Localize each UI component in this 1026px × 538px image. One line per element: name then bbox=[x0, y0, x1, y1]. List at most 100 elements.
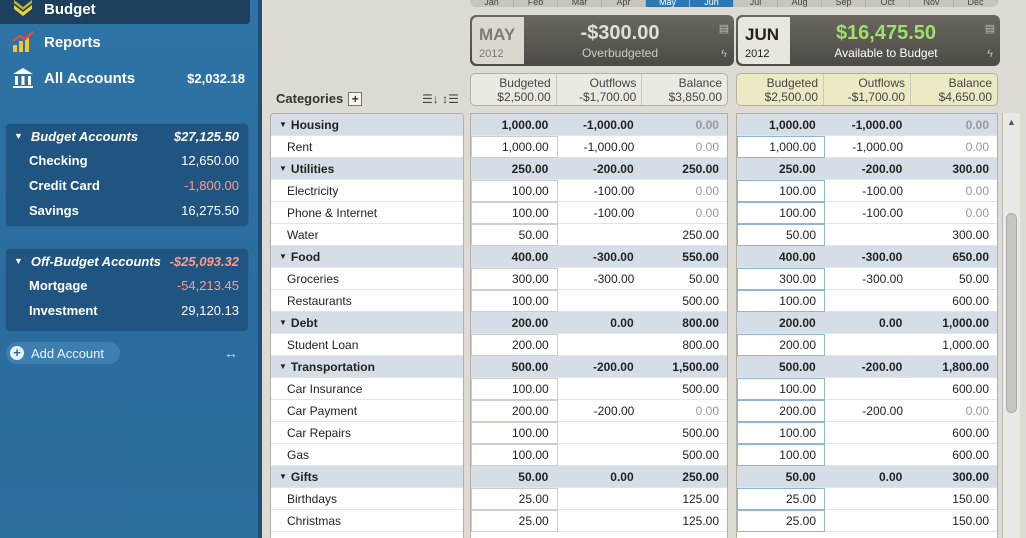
resize-arrows-icon[interactable]: ↔ bbox=[224, 345, 238, 361]
budget-accounts-header[interactable]: ▼ Budget Accounts $27,125.50 bbox=[6, 124, 248, 148]
balance-cell: 150.00 bbox=[952, 491, 989, 506]
category-row[interactable]: Groceries bbox=[271, 268, 463, 290]
budgeted-cell[interactable]: 100.00 bbox=[737, 289, 825, 312]
off-budget-accounts-header[interactable]: ▼ Off-Budget Accounts -$25,093.32 bbox=[6, 249, 248, 273]
collapse-triangle-icon[interactable]: ▼ bbox=[14, 131, 23, 141]
category-row[interactable]: Car Insurance bbox=[271, 378, 463, 400]
quick-budget-icon[interactable]: ϟ bbox=[987, 48, 993, 60]
budgeted-cell[interactable]: 100.00 bbox=[471, 289, 558, 312]
month-tab-jan[interactable]: Jan bbox=[470, 0, 514, 7]
balance-cell: 300.00 bbox=[952, 227, 989, 242]
budgeted-cell[interactable]: 200.00 bbox=[471, 333, 558, 356]
category-row[interactable]: Student Loan bbox=[271, 334, 463, 356]
nav-reports[interactable]: Reports bbox=[10, 27, 245, 57]
month-tab-jun[interactable]: Jun bbox=[690, 0, 734, 7]
master-category-row[interactable]: ▼ Food bbox=[271, 246, 463, 268]
collapse-triangle-icon[interactable]: ▼ bbox=[279, 362, 287, 371]
vertical-scrollbar[interactable]: ▲ bbox=[1002, 113, 1020, 538]
budgeted-cell[interactable]: 200.00 bbox=[737, 333, 825, 356]
master-category-row[interactable]: ▼ Housing bbox=[271, 114, 463, 136]
month-tab-dec[interactable]: Dec bbox=[954, 0, 998, 7]
add-account-button[interactable]: + Add Account bbox=[6, 342, 120, 364]
budgeted-cell[interactable]: 200.00 bbox=[737, 399, 825, 422]
budget-row-may: 50.00 250.00 bbox=[471, 223, 727, 246]
budgeted-cell[interactable]: 100.00 bbox=[471, 421, 558, 444]
category-row[interactable]: Electricity bbox=[271, 180, 463, 202]
category-name: Electricity bbox=[287, 183, 339, 198]
collapse-triangle-icon[interactable]: ▼ bbox=[279, 252, 287, 261]
outflows-cell: -200.00 bbox=[593, 403, 635, 418]
budget-row-jun: 100.00 600.00 bbox=[737, 377, 997, 400]
nav-all-accounts[interactable]: All Accounts $2,032.18 bbox=[10, 63, 245, 93]
budgeted-cell[interactable]: 100.00 bbox=[737, 421, 825, 444]
master-category-row[interactable]: ▼ Gifts bbox=[271, 466, 463, 488]
budgeted-cell[interactable]: 1,000.00 bbox=[471, 135, 558, 158]
budgeted-cell[interactable]: 100.00 bbox=[471, 377, 558, 400]
category-row[interactable]: Phone & Internet bbox=[271, 202, 463, 224]
category-row[interactable]: Christmas bbox=[271, 510, 463, 532]
budgeted-cell[interactable]: 300.00 bbox=[737, 267, 825, 290]
budgeted-cell[interactable]: 50.00 bbox=[471, 223, 558, 246]
budgeted-cell[interactable]: 100.00 bbox=[471, 201, 558, 224]
category-row[interactable]: Restaurants bbox=[271, 290, 463, 312]
month-tab-sep[interactable]: Sep bbox=[822, 0, 866, 7]
budgeted-cell[interactable]: 200.00 bbox=[471, 399, 558, 422]
account-row[interactable]: Mortgage -54,213.45 bbox=[6, 273, 248, 298]
add-category-button[interactable]: + bbox=[348, 91, 363, 106]
scrollbar-thumb[interactable] bbox=[1006, 213, 1017, 413]
budgeted-cell[interactable]: 1,000.00 bbox=[737, 135, 825, 158]
account-row[interactable]: Investment 29,120.13 bbox=[6, 298, 248, 323]
month-tab-aug[interactable]: Aug bbox=[778, 0, 822, 7]
category-row[interactable]: Rent bbox=[271, 136, 463, 158]
month-tab-mar[interactable]: Mar bbox=[558, 0, 602, 7]
scroll-up-icon[interactable]: ▲ bbox=[1003, 117, 1020, 127]
budgeted-cell[interactable]: 100.00 bbox=[471, 179, 558, 202]
master-category-row[interactable]: ▼ Debt bbox=[271, 312, 463, 334]
notes-icon[interactable]: ▤ bbox=[985, 22, 995, 35]
month-tab-nov[interactable]: Nov bbox=[910, 0, 954, 7]
budgeted-cell[interactable]: 50.00 bbox=[737, 223, 825, 246]
budgeted-cell[interactable]: 25.00 bbox=[471, 509, 558, 532]
budgeted-cell[interactable]: 100.00 bbox=[737, 443, 825, 466]
category-row[interactable]: Gas bbox=[271, 444, 463, 466]
category-row[interactable]: Car Payment bbox=[271, 400, 463, 422]
outflows-cell: -100.00 bbox=[593, 205, 635, 220]
account-row[interactable]: Savings 16,275.50 bbox=[6, 198, 248, 223]
budgeted-cell[interactable]: 25.00 bbox=[737, 487, 825, 510]
budgeted-cell[interactable]: 300.00 bbox=[471, 267, 558, 290]
outflows-cell: -1,000.00 bbox=[852, 139, 903, 154]
collapse-all-icon[interactable]: ☰↓ bbox=[422, 92, 439, 106]
collapse-triangle-icon[interactable]: ▼ bbox=[279, 164, 287, 173]
collapse-triangle-icon[interactable]: ▼ bbox=[14, 256, 23, 266]
master-category-row[interactable]: ▼ Utilities bbox=[271, 158, 463, 180]
account-row[interactable]: Credit Card -1,800.00 bbox=[6, 173, 248, 198]
quick-budget-icon[interactable]: ϟ bbox=[721, 48, 727, 60]
month-tab-oct[interactable]: Oct bbox=[866, 0, 910, 7]
collapse-triangle-icon[interactable]: ▼ bbox=[279, 318, 287, 327]
category-row[interactable]: Birthdays bbox=[271, 488, 463, 510]
collapse-triangle-icon[interactable]: ▼ bbox=[279, 120, 287, 129]
budgeted-cell[interactable]: 100.00 bbox=[471, 443, 558, 466]
budgeted-cell[interactable]: 25.00 bbox=[471, 487, 558, 510]
nav-budget[interactable]: Budget bbox=[10, 0, 245, 24]
master-category-row[interactable]: ▼ Transportation bbox=[271, 356, 463, 378]
category-row[interactable]: Water bbox=[271, 224, 463, 246]
budget-row-jun: 250.00 -200.00 300.00 bbox=[737, 158, 997, 180]
budgeted-cell[interactable]: 100.00 bbox=[737, 377, 825, 400]
category-row[interactable]: Car Repairs bbox=[271, 422, 463, 444]
month-tab-jul[interactable]: Jul bbox=[734, 0, 778, 7]
month-tab-apr[interactable]: Apr bbox=[602, 0, 646, 7]
outflows-cell bbox=[558, 510, 643, 532]
notes-icon[interactable]: ▤ bbox=[719, 22, 729, 35]
budgeted-cell[interactable]: 25.00 bbox=[737, 509, 825, 532]
account-row[interactable]: Checking 12,650.00 bbox=[6, 148, 248, 173]
month-tab-feb[interactable]: Feb bbox=[514, 0, 558, 7]
expand-all-icon[interactable]: ↕☰ bbox=[442, 92, 459, 106]
month-tab-may[interactable]: May bbox=[646, 0, 690, 7]
budgeted-cell: 1,000.00 bbox=[501, 117, 549, 132]
budget-row-jun: 300.00 -300.00 50.00 bbox=[737, 267, 997, 290]
collapse-triangle-icon[interactable]: ▼ bbox=[279, 472, 287, 481]
budgeted-cell[interactable]: 100.00 bbox=[737, 179, 825, 202]
budgeted-cell[interactable]: 100.00 bbox=[737, 201, 825, 224]
sort-icons[interactable]: ☰↓ ↕☰ bbox=[422, 92, 459, 106]
